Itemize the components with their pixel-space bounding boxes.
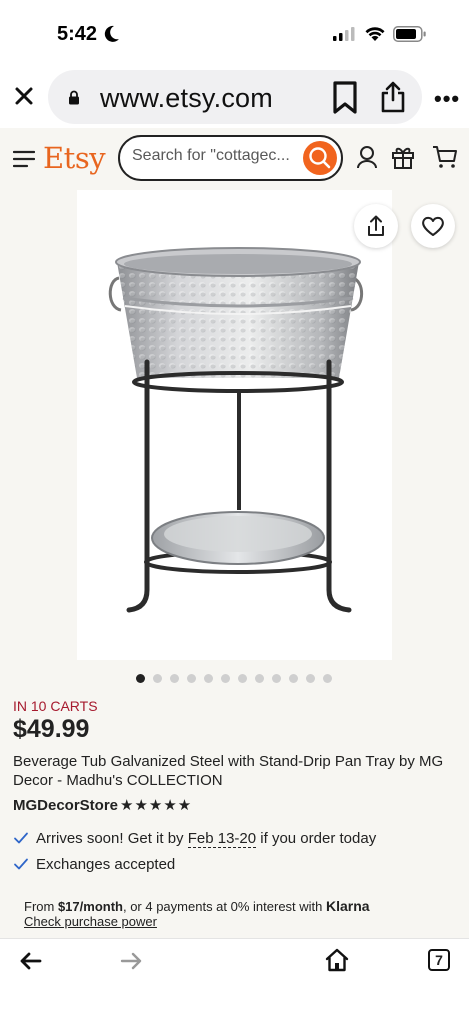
klarna-middle: , or 4 payments at 0% interest with — [122, 899, 327, 914]
rating-stars[interactable]: ★★★★★ — [120, 796, 192, 814]
gallery-dot[interactable] — [170, 674, 179, 683]
home-icon[interactable] — [325, 948, 349, 972]
status-bar: 5:42 — [0, 0, 469, 66]
status-time: 5:42 — [57, 23, 98, 45]
share-icon[interactable] — [380, 81, 406, 113]
browser-bottom-bar: 7 — [0, 938, 469, 1020]
checkmark-icon — [14, 858, 28, 870]
gift-icon[interactable] — [391, 145, 415, 169]
search-button[interactable] — [303, 141, 337, 175]
favorite-button[interactable] — [411, 204, 455, 248]
klarna-monthly: $17/month — [57, 899, 123, 914]
shipping-suffix: if you order today — [256, 830, 377, 847]
gallery-dot[interactable] — [289, 674, 298, 683]
etsy-header: Etsy — [0, 128, 469, 190]
close-icon[interactable] — [12, 84, 36, 108]
klarna-logo: Klarna — [326, 898, 370, 914]
moon-icon — [104, 25, 119, 42]
gallery-dot[interactable] — [204, 674, 213, 683]
klarna-prefix: From — [24, 899, 58, 914]
etsy-logo[interactable]: Etsy — [43, 141, 106, 175]
battery-icon — [393, 26, 426, 42]
bookmark-icon[interactable] — [331, 81, 359, 115]
share-icon — [368, 215, 384, 236]
gallery-dot[interactable] — [323, 674, 332, 683]
gallery-dot[interactable] — [272, 674, 281, 683]
cart-icon[interactable] — [432, 145, 458, 169]
shipping-prefix: Arrives soon! Get it by — [36, 830, 188, 847]
gallery-dot[interactable] — [238, 674, 247, 683]
exchanges-text: Exchanges accepted — [36, 856, 176, 873]
account-icon[interactable] — [356, 145, 378, 169]
search-input[interactable] — [132, 147, 302, 165]
back-arrow-icon[interactable] — [18, 951, 42, 971]
heart-icon — [422, 216, 444, 236]
checkmark-icon — [14, 832, 28, 844]
search-icon — [309, 147, 331, 169]
browser-toolbar: www.etsy.com ••• — [0, 66, 469, 128]
shop-name[interactable]: MGDecorStore — [13, 797, 118, 814]
url-text: www.etsy.com — [100, 83, 273, 113]
gallery-dot[interactable] — [255, 674, 264, 683]
cellular-signal-icon — [333, 27, 355, 41]
product-price: $49.99 — [13, 715, 90, 743]
klarna-offer: From $17/month, or 4 payments at 0% inte… — [24, 898, 370, 914]
gallery-dot[interactable] — [153, 674, 162, 683]
wifi-icon — [365, 27, 385, 41]
gallery-dot[interactable] — [306, 674, 315, 683]
product-image[interactable] — [77, 190, 392, 665]
address-bar[interactable]: www.etsy.com — [48, 70, 422, 124]
beverage-tub-image — [108, 247, 364, 613]
check-purchase-power-link[interactable]: Check purchase power — [24, 914, 157, 929]
forward-arrow-icon[interactable] — [120, 951, 144, 971]
gallery-dot[interactable] — [187, 674, 196, 683]
tab-count-button[interactable]: 7 — [428, 949, 450, 971]
shipping-dates[interactable]: Feb 13-20 — [187, 830, 257, 848]
lock-icon — [69, 90, 79, 105]
product-gallery[interactable] — [0, 190, 469, 665]
more-options-icon[interactable]: ••• — [434, 86, 460, 112]
gallery-dot[interactable] — [221, 674, 230, 683]
search-bar — [118, 135, 343, 181]
gallery-dot[interactable] — [136, 674, 145, 683]
share-product-button[interactable] — [354, 204, 398, 248]
product-title: Beverage Tub Galvanized Steel with Stand… — [13, 753, 444, 789]
product-info: IN 10 CARTS $49.99 Beverage Tub Galvaniz… — [0, 660, 469, 940]
menu-icon[interactable] — [13, 149, 35, 169]
carts-badge: IN 10 CARTS — [13, 698, 98, 714]
